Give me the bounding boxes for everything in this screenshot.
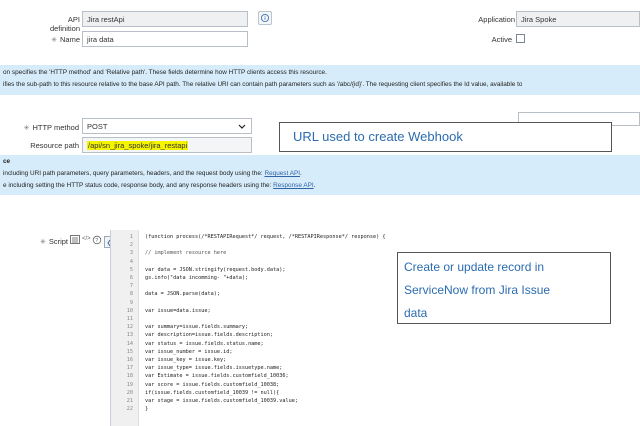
line-number: 20 [126,389,133,396]
application-field[interactable]: Jira Spoke [516,11,640,27]
application-label: Application [478,15,515,24]
http-method-label: HTTP method [32,123,79,132]
line-number: 17 [126,365,133,372]
record-callout: Create or update record in ServiceNow fr… [397,252,611,324]
info-text-4: e including setting the HTTP status code… [3,182,315,189]
info-button[interactable] [258,11,272,25]
http-method-select[interactable]: POST [82,118,252,134]
required-asterisk: ✳ [23,125,30,132]
code-text: } [145,406,149,413]
code-text: var data = JSON.stringify(request.body.d… [145,266,286,273]
info-title: ce [3,158,11,165]
info-text-3-suffix: . [300,170,302,177]
line-number: 11 [126,316,133,322]
line-number: 15 [126,348,133,355]
resource-path-label: Resource path [30,141,79,150]
code-text: var stage = issue.fields.customfield_100… [145,398,299,404]
script-label: Script [48,237,68,246]
script-editor-toggle[interactable] [70,235,80,244]
active-checkbox[interactable] [516,34,525,43]
info-text-3: including URI path parameters, query par… [3,170,302,177]
line-number: 14 [126,340,133,347]
code-text: var issue_number = issue.id; [145,348,233,355]
http-method-label-wrap: ✳ HTTP method [15,123,79,132]
resource-path-value: /api/sn_jira_spoke/jira_restapi [87,141,189,150]
info-icon [260,13,270,23]
info-text-3-prefix: including URI path parameters, query par… [3,170,265,177]
code-text: var issue_type= issue.fields.issuetype.n… [145,365,283,372]
info-band-resource: ce including URI path parameters, query … [0,155,640,195]
record-callout-line2: ServiceNow from Jira Issue [404,283,551,297]
line-number: 9 [129,299,133,306]
active-label: Active [491,35,512,44]
code-text: var issue_key = issue.key; [145,357,227,363]
line-number: 12 [126,324,133,331]
line-number: 4 [129,258,133,265]
line-number: 13 [126,332,133,339]
info-band-path: on specifies the 'HTTP method' and 'Rela… [0,65,640,95]
code-text: // implement resource here [145,250,227,257]
code-text: var description=issue.fields.description… [145,332,274,339]
code-text: if(issue.fields.customfield_10039 != nul… [145,389,280,396]
code-text: var summary=issue.fields.summary; [145,324,249,331]
code-text: (function process(/*RESTAPIRequest*/ req… [145,234,386,240]
required-asterisk: ✳ [51,37,57,44]
code-tag-icon[interactable]: </> [82,236,91,242]
required-asterisk: ✳ [39,239,46,246]
line-number: 7 [129,283,133,290]
code-text: var score = issue.fields.customfield_100… [145,381,280,388]
name-field[interactable]: jira data [82,31,248,47]
resource-path-field[interactable]: /api/sn_jira_spoke/jira_restapi [82,137,252,153]
record-callout-line1: Create or update record in [404,260,545,274]
name-label: Name [59,35,80,44]
line-number: 19 [126,381,133,388]
request-api-link[interactable]: Request API [264,170,300,177]
info-text-4-suffix: . [313,182,316,189]
code-text: data = JSON.parse(data); [145,291,220,298]
name-label-wrap: ✳ Name [30,35,80,44]
api-definition-label: API definition [49,15,80,33]
code-text: gs.info("data incomming- "+data); [145,275,249,281]
webhook-callout: URL used to create Webhook [279,122,612,152]
api-definition-field[interactable]: Jira restApi [82,11,248,27]
line-number: 5 [129,266,133,273]
list-icon [72,237,78,243]
code-text: var issue=data.issue; [145,307,211,314]
info-text-4-prefix: e including setting the HTTP status code… [3,182,274,189]
line-number: 10 [126,307,133,314]
line-number: 8 [129,291,133,298]
http-method-value: POST [87,122,108,131]
code-text: var Estimate = issue.fields.customfield_… [145,373,289,380]
line-number: 1 [129,234,133,240]
info-text-2: ifies the sub-path to this resource rela… [3,81,523,88]
svg-text:?: ? [95,238,98,244]
line-number: 21 [126,398,133,404]
help-icon[interactable]: ? [92,235,102,245]
response-api-link[interactable]: Response API [273,182,314,189]
info-text-1: on specifies the 'HTTP method' and 'Rela… [3,69,327,76]
record-callout-line3: data [404,306,428,320]
script-label-wrap: ✳ Script [20,237,68,246]
line-number: 16 [126,357,133,363]
line-number: 22 [126,406,133,413]
line-number: 6 [129,275,133,281]
line-number: 3 [129,250,133,257]
line-number: 2 [129,242,133,249]
code-text: var status = issue.fields.status.name; [145,340,264,347]
chevron-down-icon [238,124,246,129]
line-number: 18 [126,373,133,380]
